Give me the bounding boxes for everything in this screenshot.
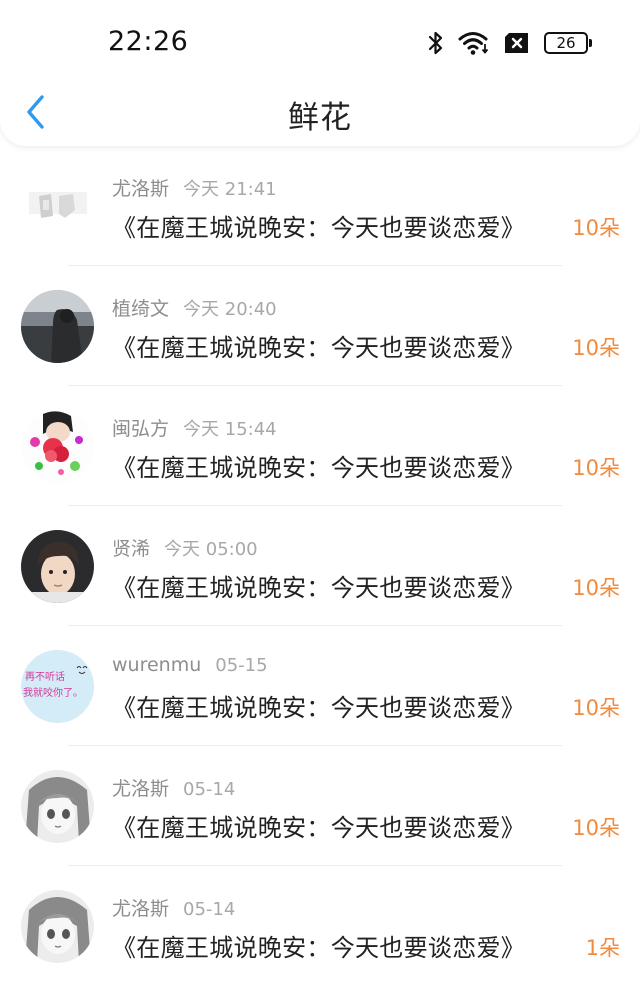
list-item[interactable]: 尤洛斯 今天 21:41 《在魔王城说晚安：今天也要谈恋爱》 10朵 [0,146,640,266]
avatar-text-line-1: 再不听话 [25,671,65,683]
flower-count: 10朵 [572,696,620,720]
post-time: 今天 15:44 [183,419,277,440]
item-meta: 植绮文 今天 20:40 [112,294,277,321]
avatar-image [21,770,94,843]
book-title[interactable]: 《在魔王城说晚安：今天也要谈恋爱》 [112,568,525,603]
avatar-image [21,290,94,363]
flower-count: 10朵 [572,456,620,480]
nav-bar: 鲜花 [0,84,640,140]
list-item[interactable]: 再不听话 我就咬你了。 wurenmu 05-15 《在魔王城说晚安：今天也要谈恋… [0,626,640,746]
user-name[interactable]: 尤洛斯 [112,778,169,800]
list-item[interactable]: 尤洛斯 05-14 《在魔王城说晚安：今天也要谈恋爱》 10朵 [0,746,640,866]
avatar[interactable] [21,530,94,603]
post-time: 今天 21:41 [183,179,277,200]
book-title[interactable]: 《在魔王城说晚安：今天也要谈恋爱》 [112,808,525,843]
post-time: 今天 05:00 [164,539,258,560]
list-item[interactable]: 闽弘方 今天 15:44 《在魔王城说晚安：今天也要谈恋爱》 10朵 [0,386,640,506]
flower-count: 1朵 [585,936,620,960]
status-bar: 22:26 26 [0,0,640,86]
book-title[interactable]: 《在魔王城说晚安：今天也要谈恋爱》 [112,448,525,483]
book-title[interactable]: 《在魔王城说晚安：今天也要谈恋爱》 [112,688,525,723]
avatar[interactable] [21,170,94,243]
avatar-text-line-2: 我就咬你了。 [23,686,83,699]
flower-count: 10朵 [572,816,620,840]
user-name[interactable]: 闽弘方 [112,418,169,440]
wifi-icon [458,32,489,55]
avatar-image: 再不听话 我就咬你了。 [21,650,94,723]
user-name[interactable]: 尤洛斯 [112,178,169,200]
item-meta: 尤洛斯 05-14 [112,894,235,921]
avatar-image [21,170,94,243]
user-name[interactable]: 植绮文 [112,298,169,320]
user-name[interactable]: 尤洛斯 [112,898,169,920]
flower-count: 10朵 [572,336,620,360]
list-item[interactable]: 植绮文 今天 20:40 《在魔王城说晚安：今天也要谈恋爱》 10朵 [0,266,640,386]
sim-disabled-icon [505,33,528,53]
flower-count: 10朵 [572,216,620,240]
list-item[interactable]: 尤洛斯 05-14 《在魔王城说晚安：今天也要谈恋爱》 1朵 [0,866,640,986]
status-time: 22:26 [108,26,189,57]
bluetooth-icon [428,31,443,55]
book-title[interactable]: 《在魔王城说晚安：今天也要谈恋爱》 [112,928,525,963]
avatar[interactable] [21,770,94,843]
post-time: 05-14 [183,779,236,800]
list-item[interactable]: 贤浠 今天 05:00 《在魔王城说晚安：今天也要谈恋爱》 10朵 [0,506,640,626]
avatar[interactable]: 再不听话 我就咬你了。 [21,650,94,723]
item-meta: 尤洛斯 05-14 [112,774,235,801]
flower-list: 尤洛斯 今天 21:41 《在魔王城说晚安：今天也要谈恋爱》 10朵 植绮文 今天 … [0,146,640,986]
avatar[interactable] [21,290,94,363]
flower-count: 10朵 [572,576,620,600]
book-title[interactable]: 《在魔王城说晚安：今天也要谈恋爱》 [112,328,525,363]
avatar[interactable] [21,890,94,963]
avatar-image [21,410,94,483]
status-icons: 26 [428,28,592,58]
screen: 22:26 26 鲜花 尤洛斯 今天 21:41 《在魔王城说晚安：今天也要谈恋… [0,0,640,1002]
page-title: 鲜花 [288,100,352,136]
battery-icon: 26 [544,32,592,54]
user-name[interactable]: 贤浠 [112,538,150,560]
item-meta: 贤浠 今天 05:00 [112,534,258,561]
item-meta: 闽弘方 今天 15:44 [112,414,277,441]
user-name[interactable]: wurenmu [112,654,201,676]
header: 22:26 26 鲜花 [0,0,640,146]
post-time: 05-14 [183,899,236,920]
item-meta: 尤洛斯 今天 21:41 [112,174,277,201]
avatar-image [21,890,94,963]
post-time: 今天 20:40 [183,299,277,320]
post-time: 05-15 [215,655,268,676]
book-title[interactable]: 《在魔王城说晚安：今天也要谈恋爱》 [112,208,525,243]
avatar[interactable] [21,410,94,483]
item-meta: wurenmu 05-15 [112,654,268,676]
avatar-image [21,530,94,603]
